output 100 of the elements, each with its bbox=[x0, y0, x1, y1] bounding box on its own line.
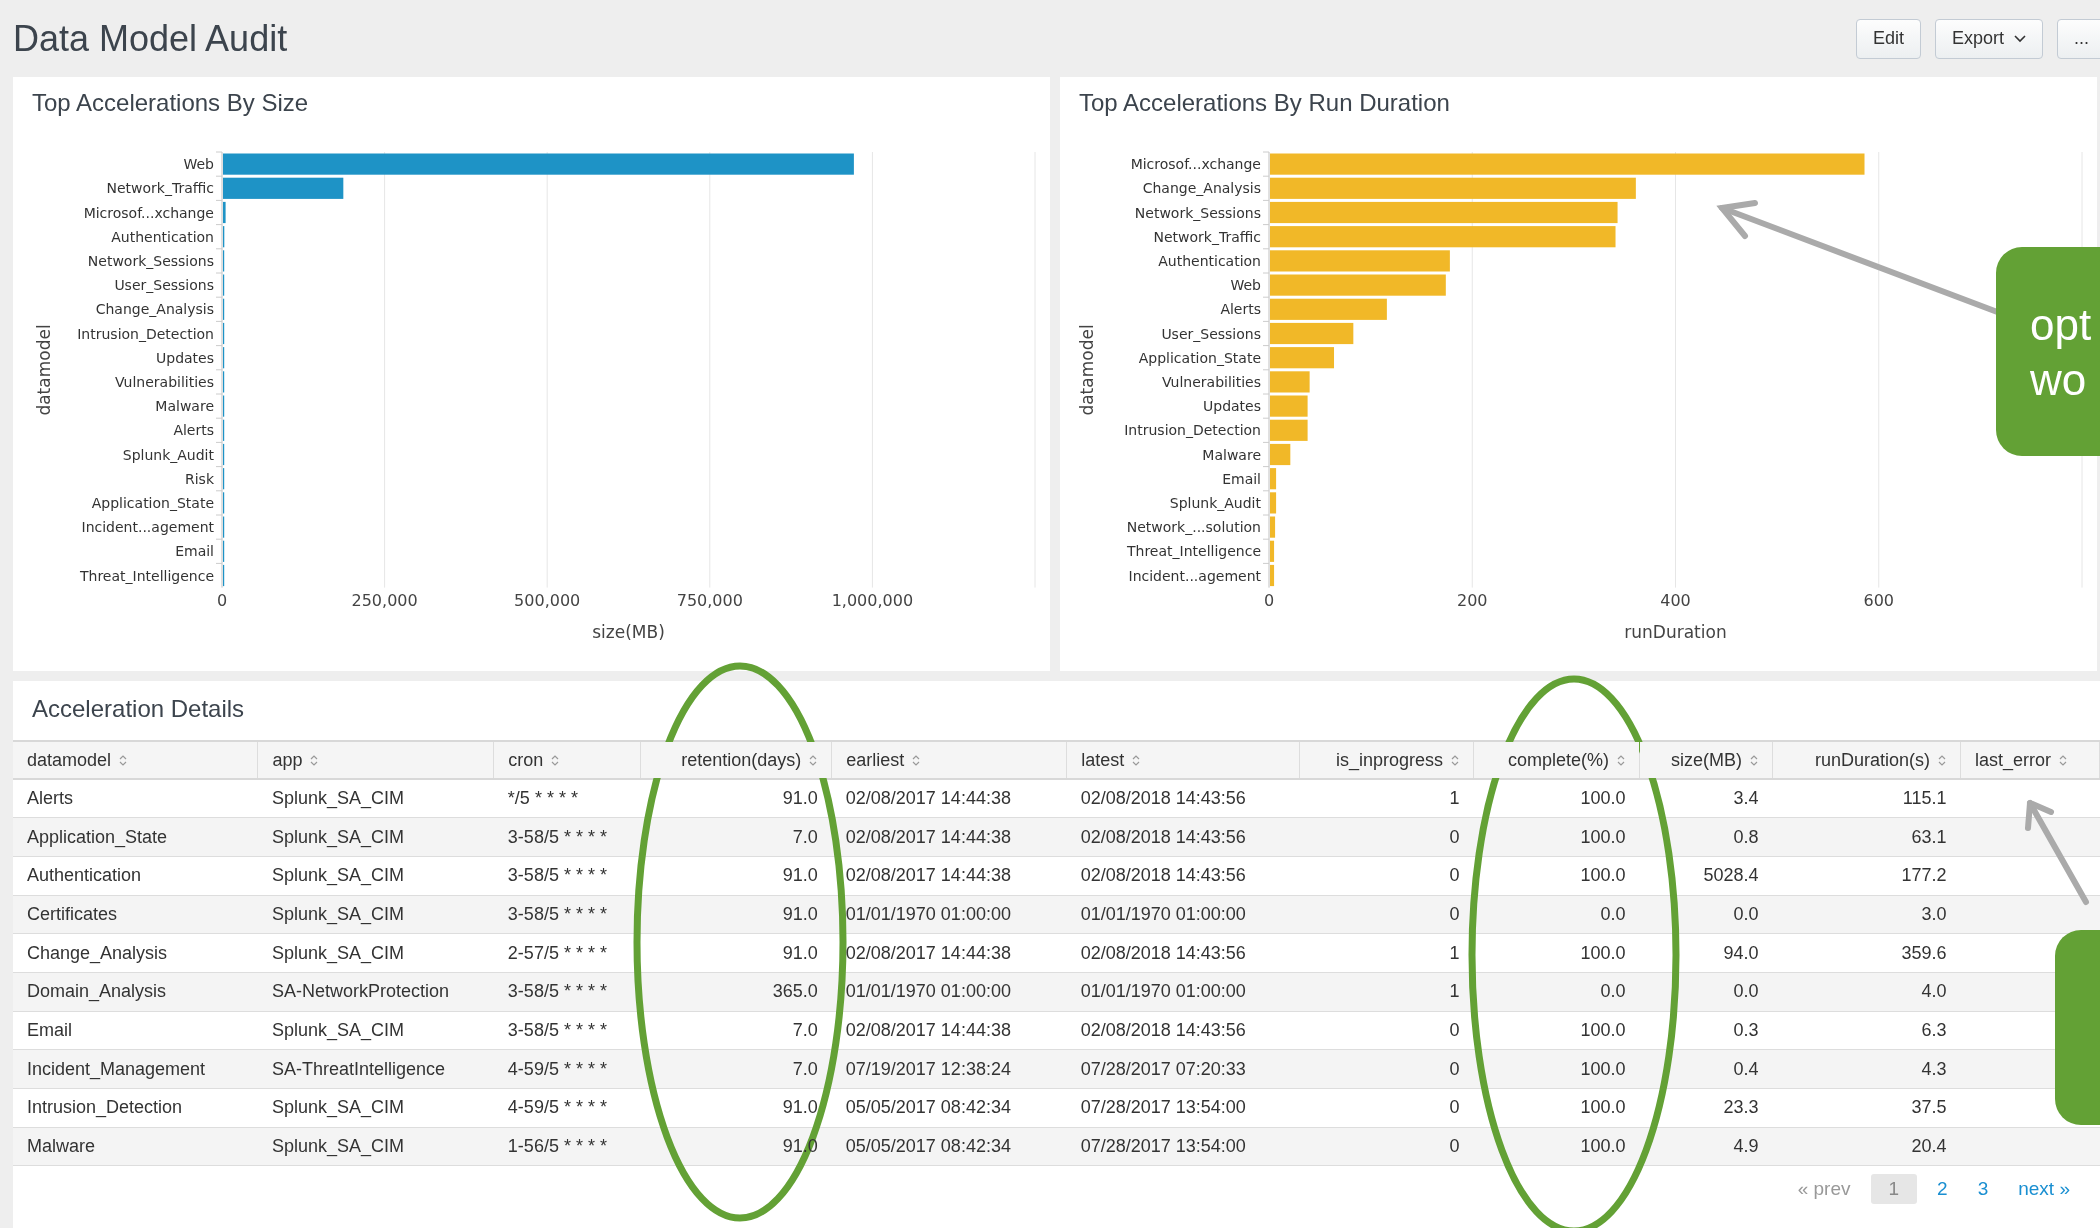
table-cell: 01/01/1970 01:00:00 bbox=[1080, 903, 1246, 924]
table-cell: 4.9 bbox=[1733, 1136, 1759, 1157]
panel-title: Acceleration Details bbox=[31, 694, 246, 724]
table-cell: Email bbox=[27, 1019, 72, 1040]
tick-label: 400 bbox=[1660, 591, 1691, 610]
table-cell: 7.0 bbox=[792, 826, 818, 847]
category-label: User_Sessions bbox=[114, 277, 214, 294]
table-cell: 91.0 bbox=[782, 942, 818, 963]
table-cell: 1-56/5 * * * * bbox=[507, 1136, 607, 1157]
table-cell: 01/01/1970 01:00:00 bbox=[1080, 981, 1246, 1002]
table-cell: 0.0 bbox=[1733, 981, 1759, 1002]
y-axis-title: datamodel bbox=[1077, 324, 1097, 416]
table-cell: 91.0 bbox=[782, 1097, 818, 1118]
category-label: Network_Sessions bbox=[1134, 204, 1261, 221]
category-label: Alerts bbox=[1220, 301, 1261, 318]
column-header[interactable]: runDuration(s) bbox=[1772, 741, 1961, 779]
table-cell: 0.8 bbox=[1733, 826, 1759, 847]
category-label: Web bbox=[1230, 277, 1261, 294]
category-label: Microsof...xchange bbox=[1130, 156, 1261, 173]
panel-title: Top Accelerations By Run Duration bbox=[1078, 88, 1451, 118]
table-cell: Intrusion_Detection bbox=[27, 1097, 183, 1118]
bar bbox=[1270, 443, 1291, 466]
dashboard-title: Data Model Audit bbox=[13, 17, 288, 60]
table-cell: 1 bbox=[1449, 942, 1460, 963]
column-header[interactable]: latest bbox=[1066, 741, 1300, 779]
table-cell: 4.3 bbox=[1921, 1058, 1947, 1079]
column-header[interactable]: size(MB) bbox=[1639, 741, 1773, 779]
callout-text: wo bbox=[2030, 353, 2088, 406]
table-cell: Change_Analysis bbox=[27, 942, 168, 963]
callout-text: opt bbox=[2030, 298, 2093, 351]
table-cell: 177.2 bbox=[1901, 865, 1947, 886]
header-button[interactable]: ... bbox=[2057, 18, 2100, 59]
category-label: Network_Sessions bbox=[87, 252, 214, 269]
table-cell: 05/05/2017 08:42:34 bbox=[845, 1136, 1011, 1157]
table-cell: 23.3 bbox=[1723, 1097, 1759, 1118]
category-label: Updates bbox=[1203, 398, 1261, 415]
table-cell: 115.1 bbox=[1902, 788, 1947, 809]
table-cell: 100.0 bbox=[1580, 826, 1626, 847]
table-cell: 1 bbox=[1449, 981, 1460, 1002]
table-cell: Splunk_SA_CIM bbox=[271, 788, 404, 809]
category-label: Threat_Intelligence bbox=[1127, 543, 1261, 560]
tick-label: 0 bbox=[216, 591, 228, 610]
category-label: Intrusion_Detection bbox=[1124, 422, 1261, 439]
table-cell: 2-57/5 * * * * bbox=[507, 942, 607, 963]
page-link[interactable]: 3 bbox=[1967, 1174, 1999, 1205]
category-label: Splunk_Audit bbox=[1169, 494, 1261, 511]
column-header[interactable]: cron bbox=[493, 741, 641, 779]
table-cell: Authentication bbox=[27, 865, 142, 886]
table-cell: 3.4 bbox=[1733, 788, 1759, 809]
panel-title: Top Accelerations By Size bbox=[31, 88, 310, 118]
category-label: Intrusion_Detection bbox=[77, 325, 214, 342]
table-cell: 0 bbox=[1449, 1097, 1460, 1118]
bar bbox=[1270, 371, 1310, 393]
category-label: Malware bbox=[1202, 446, 1261, 463]
sort-icon bbox=[1750, 753, 1758, 767]
column-header[interactable]: earliest bbox=[831, 741, 1067, 779]
category-label: Authentication bbox=[1158, 252, 1261, 269]
table-cell: 01/01/1970 01:00:00 bbox=[845, 903, 1011, 924]
table-cell: 3-58/5 * * * * bbox=[507, 903, 607, 924]
column-header[interactable]: app bbox=[257, 741, 494, 779]
column-header[interactable]: complete(%) bbox=[1473, 741, 1640, 779]
column-header[interactable]: last_error bbox=[1960, 741, 2100, 779]
table-cell: 100.0 bbox=[1580, 865, 1626, 886]
category-label: Email bbox=[175, 543, 214, 560]
column-header[interactable]: retention(days) bbox=[640, 741, 832, 779]
header-button[interactable]: Edit bbox=[1855, 18, 1921, 59]
table-cell: 37.5 bbox=[1911, 1097, 1947, 1118]
category-label: Network_Traffic bbox=[106, 180, 214, 197]
sort-icon bbox=[912, 753, 921, 767]
page-link[interactable]: 2 bbox=[1927, 1174, 1958, 1205]
tick-label: 750,000 bbox=[676, 591, 743, 610]
table-cell: 0 bbox=[1449, 865, 1460, 886]
table-cell: Splunk_SA_CIM bbox=[271, 865, 404, 886]
table-cell: 02/08/2017 14:44:38 bbox=[845, 1019, 1011, 1040]
table-cell: Splunk_SA_CIM bbox=[271, 1136, 404, 1157]
category-label: Splunk_Audit bbox=[122, 446, 214, 463]
table-cell: 05/05/2017 08:42:34 bbox=[845, 1097, 1011, 1118]
table-cell: 4-59/5 * * * * bbox=[507, 1058, 607, 1079]
table-cell: Splunk_SA_CIM bbox=[271, 942, 404, 963]
table-cell: 0.0 bbox=[1733, 903, 1759, 924]
header-button[interactable]: Export bbox=[1934, 18, 2043, 59]
table-cell: Certificates bbox=[27, 903, 118, 924]
table-cell: 0.0 bbox=[1600, 903, 1626, 924]
sort-icon bbox=[1617, 753, 1625, 767]
x-axis-title: runDuration bbox=[1624, 622, 1727, 642]
category-label: Incident...agement bbox=[1128, 567, 1261, 584]
table-cell: 02/08/2018 14:43:56 bbox=[1080, 865, 1246, 886]
sort-icon bbox=[1937, 753, 1946, 767]
category-label: Vulnerabilities bbox=[114, 373, 214, 390]
table-cell: 91.0 bbox=[782, 865, 818, 886]
column-header[interactable]: is_inprogress bbox=[1299, 741, 1474, 779]
column-header[interactable]: datamodel bbox=[13, 741, 258, 779]
category-label: Change_Analysis bbox=[1142, 180, 1261, 197]
table-cell: SA-ThreatIntelligence bbox=[271, 1058, 445, 1079]
next-page-link[interactable]: next » bbox=[2008, 1174, 2080, 1205]
category-label: Change_Analysis bbox=[95, 301, 214, 318]
bar bbox=[1270, 492, 1277, 514]
table-cell: 0 bbox=[1449, 903, 1460, 924]
table-cell: 3-58/5 * * * * bbox=[507, 981, 607, 1002]
bar bbox=[1270, 347, 1334, 369]
